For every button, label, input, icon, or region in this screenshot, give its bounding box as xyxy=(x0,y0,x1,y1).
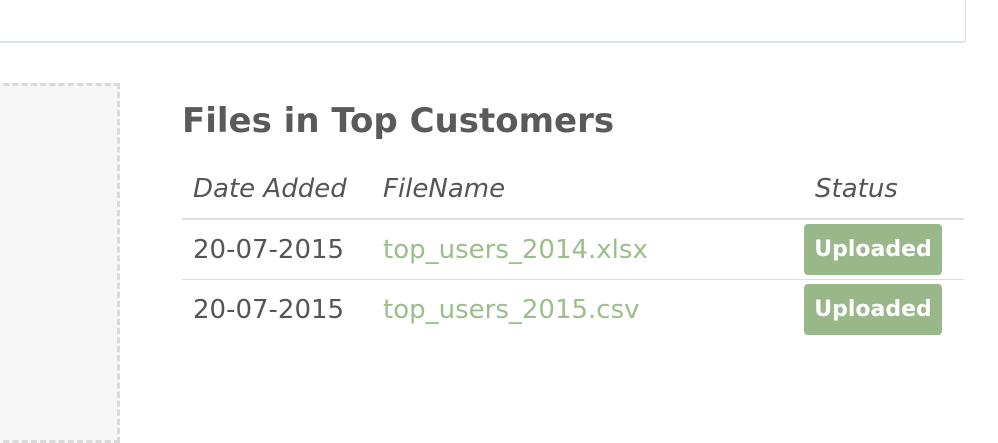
files-table: Date Added FileName Status 20-07-2015 to… xyxy=(182,160,964,339)
column-header-date-added: Date Added xyxy=(182,160,372,220)
status-badge: Uploaded xyxy=(804,284,942,335)
top-panel xyxy=(0,0,966,42)
filename-cell: top_users_2015.csv xyxy=(372,280,804,340)
status-cell: Uploaded xyxy=(804,280,964,340)
table-header-row: Date Added FileName Status xyxy=(182,160,964,220)
date-added-cell: 20-07-2015 xyxy=(193,294,345,325)
file-link[interactable]: top_users_2014.xlsx xyxy=(383,235,648,265)
date-added-cell: 20-07-2015 xyxy=(182,219,372,280)
file-drop-zone[interactable] xyxy=(0,83,120,443)
files-section: Files in Top Customers Date Added FileNa… xyxy=(182,96,964,335)
file-link[interactable]: top_users_2015.csv xyxy=(383,295,640,325)
status-badge: Uploaded xyxy=(804,224,942,275)
section-title: Files in Top Customers xyxy=(182,101,615,141)
filename-cell: top_users_2014.xlsx xyxy=(372,219,804,280)
column-header-filename: FileName xyxy=(372,160,804,220)
status-cell: Uploaded xyxy=(804,219,964,280)
table-row: 20-07-2015 top_users_2014.xlsx Uploaded xyxy=(182,219,964,280)
table-row: 20-07-2015 top_users_2015.csv Uploaded xyxy=(182,280,964,340)
column-header-status: Status xyxy=(804,160,964,220)
